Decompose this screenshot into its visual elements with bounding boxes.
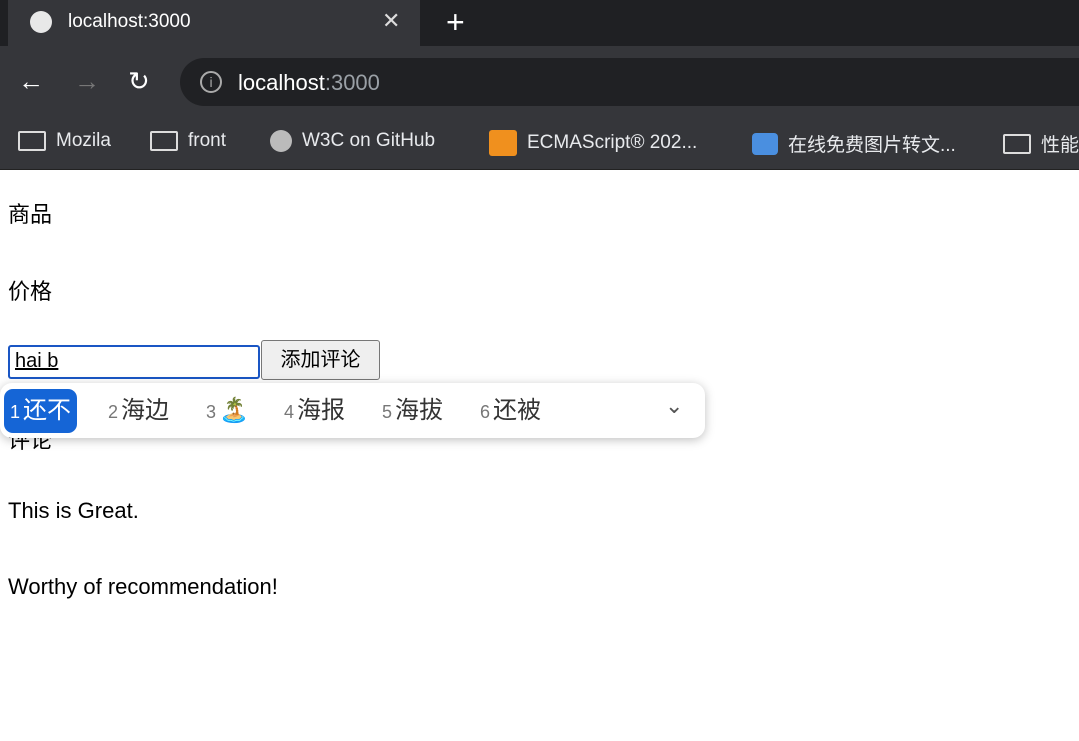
price-label: 价格: [8, 279, 53, 304]
tab-title: localhost:3000: [68, 11, 191, 32]
url-host: localhost: [238, 70, 325, 95]
bookmark-performance[interactable]: 性能: [1003, 130, 1079, 157]
island-emoji-icon: 🏝️: [219, 397, 249, 424]
candidate-number: 3: [206, 402, 217, 422]
bookmark-label: 性能: [1041, 135, 1079, 156]
back-icon[interactable]: ←: [18, 66, 44, 97]
candidate-text: 海边: [121, 397, 170, 424]
close-tab-icon[interactable]: ✕: [382, 8, 400, 34]
product-label: 商品: [8, 202, 53, 227]
tab-bar: localhost:3000 ✕ +: [0, 0, 1079, 52]
bookmark-label: W3C on GitHub: [302, 130, 436, 151]
comment-input[interactable]: hai b: [8, 345, 260, 379]
add-comment-button[interactable]: 添加评论: [261, 340, 380, 380]
folder-icon: [150, 131, 178, 151]
reload-icon[interactable]: ↻: [128, 66, 150, 97]
bookmark-mozila[interactable]: Mozila: [18, 130, 111, 152]
address-bar[interactable]: i localhost:3000: [180, 58, 1079, 106]
ime-candidate[interactable]: 5 海拔: [376, 389, 449, 433]
bookmark-w3c[interactable]: W3C on GitHub: [270, 130, 435, 152]
candidate-text: 海报: [297, 397, 346, 424]
comment-item: Worthy of recommendation!: [8, 574, 278, 599]
bookmark-label: 在线免费图片转文...: [788, 135, 956, 156]
bookmark-label: Mozila: [56, 130, 111, 151]
chevron-down-icon[interactable]: ⌄: [665, 393, 683, 419]
candidate-number: 5: [382, 402, 393, 422]
ime-candidate-popup: 1 还不 2 海边 3 🏝️ 4 海报 5 海拔 6 还被 ⌄: [0, 383, 705, 438]
ime-candidate[interactable]: 4 海报: [278, 389, 351, 433]
bookmark-label: front: [188, 130, 227, 151]
new-tab-icon[interactable]: +: [446, 4, 465, 41]
ime-candidate[interactable]: 2 海边: [102, 389, 175, 433]
candidate-number: 6: [480, 402, 491, 422]
browser-tab[interactable]: localhost:3000 ✕: [8, 0, 420, 46]
bookmark-label: ECMAScript® 202...: [527, 132, 698, 153]
globe-icon: [270, 130, 292, 152]
info-icon[interactable]: i: [200, 71, 222, 93]
candidate-text: 还不: [23, 397, 72, 424]
folder-icon: [1003, 133, 1031, 154]
toolbar: ← → ↻ i localhost:3000: [0, 46, 1079, 118]
bookmarks-bar: Mozila front W3C on GitHub ECMAScript® 2…: [0, 118, 1079, 170]
candidate-number: 1: [10, 402, 21, 422]
forward-icon[interactable]: →: [74, 66, 100, 97]
ime-candidate[interactable]: 1 还不: [4, 389, 78, 433]
comment-item: This is Great.: [8, 498, 139, 523]
image-icon: [752, 132, 778, 155]
globe-icon: [30, 11, 52, 33]
candidate-number: 2: [108, 402, 119, 422]
candidate-text: 还被: [493, 397, 542, 424]
url-port: :3000: [324, 70, 380, 95]
ime-candidate[interactable]: 6 还被: [474, 389, 547, 433]
ecma-icon: [489, 130, 517, 156]
bookmark-front[interactable]: front: [150, 130, 226, 152]
bookmark-ecmascript[interactable]: ECMAScript® 202...: [489, 130, 697, 156]
bookmark-image-to-text[interactable]: 在线免费图片转文...: [752, 130, 956, 157]
folder-icon: [18, 131, 46, 151]
ime-candidate[interactable]: 3 🏝️: [200, 389, 255, 433]
candidate-text: 海拔: [395, 397, 444, 424]
candidate-number: 4: [284, 402, 295, 422]
